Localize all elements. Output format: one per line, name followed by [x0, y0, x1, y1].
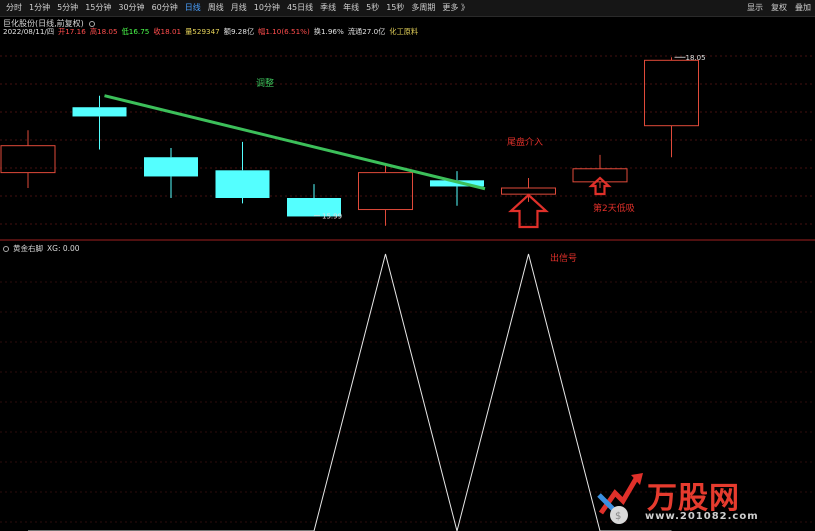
candle-body	[572, 168, 628, 183]
indicator-settings-icon[interactable]	[3, 245, 9, 252]
watermark-url: www.201082.com	[645, 511, 759, 522]
low-label: 15.99	[322, 213, 342, 221]
tail-entry-label: 尾盘介入	[507, 136, 543, 148]
high-label: 18.05	[686, 54, 706, 62]
next-day-label: 第2天低吸	[593, 202, 635, 214]
candle-body	[501, 187, 556, 195]
kline-chart: 调整尾盘介入第2天低吸 18.05 15.99 出信号	[0, 54, 815, 531]
svg-text:$: $	[615, 511, 621, 522]
candle-body	[0, 145, 56, 174]
candle-body	[644, 59, 699, 127]
candle-body	[144, 157, 198, 177]
candle-body	[72, 107, 127, 117]
indicator-value: XG: 0.00	[47, 244, 80, 253]
indicator-title: 黄金右脚 XG: 0.00	[3, 243, 80, 254]
candle-body	[215, 170, 270, 198]
trend-label: 调整	[256, 77, 274, 89]
signal-label: 出信号	[550, 252, 577, 264]
indicator-line	[28, 253, 672, 531]
indicator-name: 黄金右脚	[13, 244, 43, 253]
candle-body	[358, 172, 413, 211]
watermark-logo-icon: $	[597, 473, 643, 524]
watermark: $ 万股网 www.201082.com	[593, 469, 793, 527]
